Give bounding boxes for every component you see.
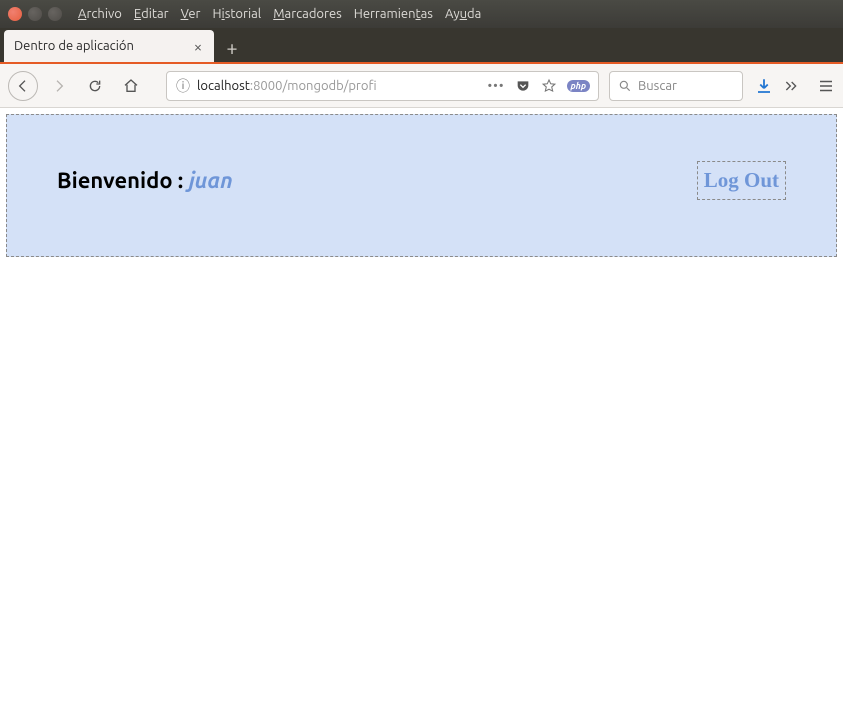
url-host: localhost xyxy=(197,79,250,93)
downloads-button[interactable] xyxy=(755,77,773,95)
page-content: Bienvenido : juan Log Out xyxy=(0,108,843,263)
reload-icon xyxy=(87,78,103,94)
welcome-label: Bienvenido : xyxy=(57,168,188,193)
menu-ayuda[interactable]: Ayuda xyxy=(445,7,481,21)
address-bar[interactable]: ⓘ localhost:8000/mongodb/profi ••• php xyxy=(166,71,599,101)
url-path: /mongodb/profi xyxy=(282,79,376,93)
search-icon xyxy=(618,79,632,93)
menu-marcadores[interactable]: Marcadores xyxy=(273,7,342,21)
pocket-icon[interactable] xyxy=(515,78,531,94)
site-info-icon[interactable]: ⓘ xyxy=(175,76,191,96)
logout-button[interactable]: Log Out xyxy=(697,161,786,200)
back-button[interactable] xyxy=(8,71,38,101)
username: juan xyxy=(188,168,232,193)
url-text: localhost:8000/mongodb/profi xyxy=(197,79,481,93)
url-port: :8000 xyxy=(250,79,283,93)
star-icon[interactable] xyxy=(541,78,557,94)
search-bar[interactable]: Buscar xyxy=(609,71,743,101)
menubar: Archivo Editar Ver Historial Marcadores … xyxy=(78,7,481,21)
ellipsis-icon[interactable]: ••• xyxy=(487,79,504,93)
url-actions: ••• php xyxy=(487,78,590,94)
welcome-banner: Bienvenido : juan Log Out xyxy=(6,114,837,257)
new-tab-button[interactable]: + xyxy=(216,32,248,62)
menu-ver[interactable]: Ver xyxy=(181,7,201,21)
toolbar-right xyxy=(755,77,835,95)
menu-archivo[interactable]: Archivo xyxy=(78,7,122,21)
tab-title: Dentro de aplicación xyxy=(14,39,190,53)
window-close-button[interactable] xyxy=(8,7,22,21)
window-minimize-button[interactable] xyxy=(28,7,42,21)
home-icon xyxy=(123,78,139,94)
tab-bar: Dentro de aplicación × + xyxy=(0,28,843,64)
forward-button[interactable] xyxy=(44,71,74,101)
reload-button[interactable] xyxy=(80,71,110,101)
home-button[interactable] xyxy=(116,71,146,101)
menu-editar[interactable]: Editar xyxy=(134,7,169,21)
arrow-right-icon xyxy=(51,78,67,94)
menu-historial[interactable]: Historial xyxy=(212,7,261,21)
window-controls xyxy=(8,7,62,21)
window-titlebar: Archivo Editar Ver Historial Marcadores … xyxy=(0,0,843,28)
menu-herramientas[interactable]: Herramientas xyxy=(354,7,433,21)
close-tab-icon[interactable]: × xyxy=(190,38,206,54)
welcome-text: Bienvenido : juan xyxy=(57,168,233,194)
browser-toolbar: ⓘ localhost:8000/mongodb/profi ••• php B… xyxy=(0,64,843,108)
window-maximize-button[interactable] xyxy=(48,7,62,21)
arrow-left-icon xyxy=(15,78,31,94)
overflow-chevrons-icon[interactable] xyxy=(783,78,799,94)
hamburger-menu-button[interactable] xyxy=(817,77,835,95)
php-badge: php xyxy=(567,80,591,92)
browser-tab[interactable]: Dentro de aplicación × xyxy=(4,30,214,62)
search-placeholder: Buscar xyxy=(638,79,677,93)
